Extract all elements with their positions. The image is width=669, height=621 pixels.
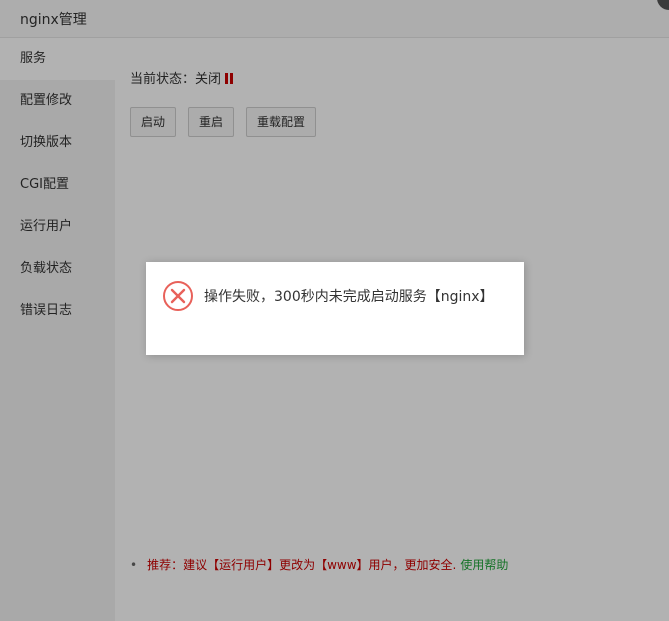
- error-message: 操作失败，300秒内未完成启动服务【nginx】: [204, 289, 494, 305]
- nginx-manager-window: nginx管理 服务 配置修改 切换版本 CGI配置 运行用户 负载状态 错误日…: [0, 0, 669, 621]
- error-dialog: 操作失败，300秒内未完成启动服务【nginx】: [146, 262, 524, 355]
- error-icon: [163, 281, 193, 311]
